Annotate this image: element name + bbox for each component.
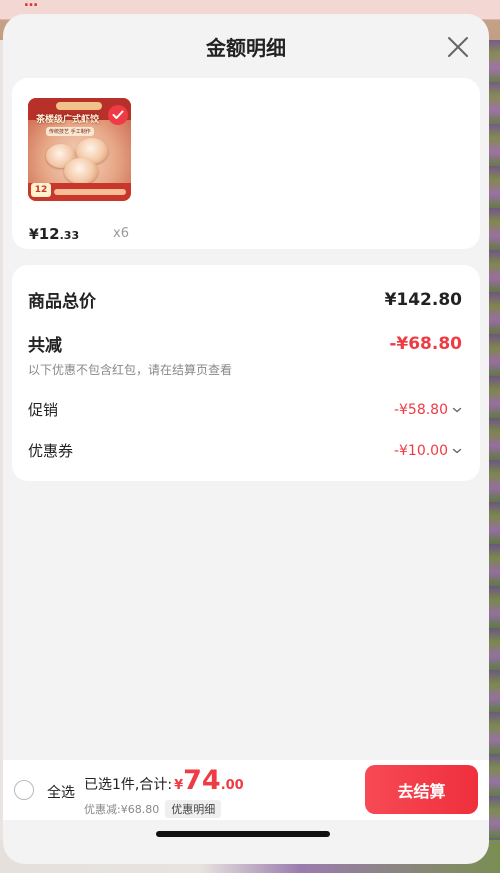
selected-count-text: 已选1件,合计:	[84, 777, 173, 793]
price-decimal: .33	[59, 229, 80, 242]
check-icon	[112, 110, 124, 119]
summary-card: 商品总价 ¥142.80 共减 -¥68.80 以下优惠不包含红包，请在结算页查…	[12, 265, 480, 481]
promo-label: 促销	[28, 401, 59, 419]
price-currency: ¥	[29, 227, 39, 243]
close-button[interactable]	[447, 36, 469, 58]
selected-check-badge[interactable]	[108, 105, 128, 125]
chevron-down-icon	[452, 407, 462, 412]
thumb-subline: 传统技艺 手工制作	[46, 127, 94, 136]
thumb-price-tag: 12	[31, 183, 51, 197]
reduce-row: 共减 -¥68.80	[28, 331, 462, 357]
sheet-header: 金额明细	[3, 14, 489, 78]
total-row: 商品总价 ¥142.80	[28, 287, 462, 313]
sum-currency: ¥	[174, 778, 184, 793]
select-all-label[interactable]: 全选	[47, 782, 75, 802]
home-indicator	[156, 831, 330, 837]
thumb-headline: 茶楼级广式虾饺	[36, 115, 100, 125]
select-all-radio[interactable]	[14, 780, 34, 800]
dumpling-image	[64, 158, 98, 184]
total-label: 商品总价	[28, 292, 96, 312]
chevron-down-icon	[452, 448, 462, 453]
selected-summary: 已选1件,合计: ¥ 74 .00	[84, 767, 244, 795]
promo-value: -¥58.80	[393, 401, 448, 418]
reduce-label: 共减	[28, 336, 62, 356]
reduce-value: -¥68.80	[389, 333, 462, 354]
close-icon	[448, 37, 468, 57]
thumb-brand-logo	[56, 102, 102, 110]
discount-text: 优惠减:¥68.80	[84, 803, 160, 816]
reduce-note: 以下优惠不包含红包，请在结算页查看	[28, 363, 233, 377]
coupon-label: 优惠券	[28, 442, 74, 460]
product-price: ¥12.33	[29, 224, 79, 243]
sum-integer: 74	[183, 765, 221, 796]
amount-detail-sheet: 金额明细 茶楼级广式虾饺 传统技艺 手工制作 12 ¥12.33 x6 商品总价…	[3, 14, 489, 864]
product-card: 茶楼级广式虾饺 传统技艺 手工制作 12 ¥12.33 x6	[12, 78, 480, 249]
discount-line: 优惠减:¥68.80 优惠明细	[84, 800, 222, 818]
coupon-row[interactable]: 优惠券 -¥10.00	[28, 440, 462, 461]
checkout-bar: 全选 已选1件,合计: ¥ 74 .00 优惠减:¥68.80 优惠明细 去结算	[3, 760, 489, 820]
promo-value-wrap: -¥58.80	[394, 402, 462, 418]
thumb-footer-text	[54, 189, 126, 195]
background-banner-text: …	[24, 0, 39, 10]
price-integer: 12	[38, 225, 60, 243]
checkout-button[interactable]: 去结算	[365, 765, 478, 814]
promo-row[interactable]: 促销 -¥58.80	[28, 399, 462, 420]
sum-decimal: .00	[220, 778, 244, 793]
discount-detail-button[interactable]: 优惠明细	[165, 800, 222, 818]
coupon-value: -¥10.00	[393, 442, 448, 459]
coupon-value-wrap: -¥10.00	[394, 443, 462, 459]
total-value: ¥142.80	[384, 289, 462, 310]
product-quantity: x6	[113, 226, 129, 241]
sheet-title: 金额明细	[206, 35, 286, 60]
